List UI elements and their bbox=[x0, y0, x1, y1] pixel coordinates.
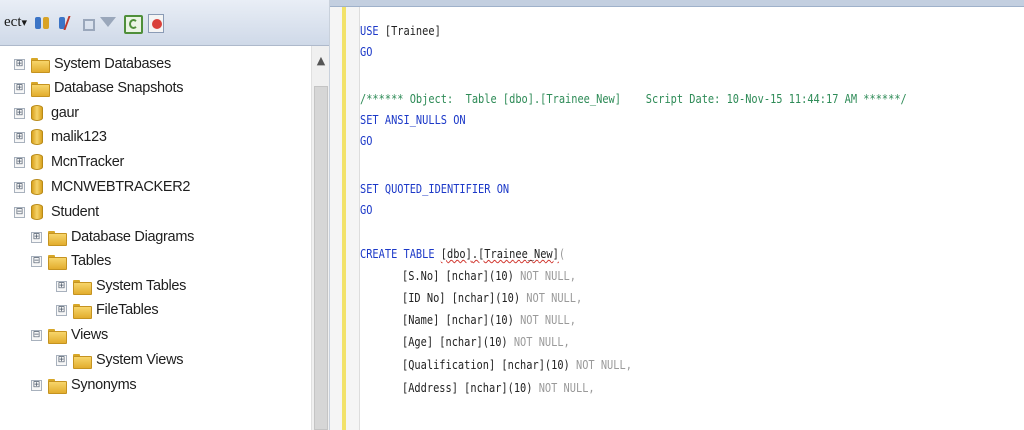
expand-icon[interactable]: ⊞ bbox=[56, 304, 67, 316]
expand-icon[interactable]: ⊞ bbox=[14, 107, 25, 119]
code-line: SET QUOTED_IDENTIFIER ON bbox=[360, 182, 510, 196]
tree-node-label: Views bbox=[71, 327, 108, 343]
code-line: [Qualification] [nchar](10) NOT NULL, bbox=[402, 358, 632, 372]
database-icon bbox=[31, 129, 43, 145]
tree-node-system-views[interactable]: ⊞ System Views bbox=[56, 348, 184, 372]
tree-node-gaur[interactable]: ⊞ gaur bbox=[14, 101, 79, 125]
sql-query-editor[interactable]: USE [Trainee] GO /****** Object: Table [… bbox=[360, 7, 1024, 430]
folder-icon bbox=[48, 254, 67, 270]
collapse-icon[interactable]: ⊟ bbox=[14, 206, 25, 218]
tree-node-label: McnTracker bbox=[51, 154, 124, 170]
object-explorer-tree: ⊞ System Databases ⊞ Database Snapshots … bbox=[0, 46, 312, 430]
code-line: /****** Object: Table [dbo].[Trainee_New… bbox=[360, 92, 907, 106]
expand-icon[interactable]: ⊞ bbox=[56, 354, 67, 366]
tree-node-label: Synonyms bbox=[71, 377, 137, 393]
refresh-icon[interactable] bbox=[123, 14, 144, 34]
folder-icon bbox=[73, 353, 92, 369]
code-line: SET ANSI_NULLS ON bbox=[360, 113, 466, 127]
code-line: [Address] [nchar](10) NOT NULL, bbox=[402, 381, 595, 395]
code-line: [Name] [nchar](10) NOT NULL, bbox=[402, 313, 577, 327]
tree-node-views[interactable]: ⊟ Views bbox=[31, 323, 108, 347]
code-line: GO bbox=[360, 45, 373, 59]
expand-icon[interactable]: ⊞ bbox=[14, 131, 25, 143]
scrollbar-thumb[interactable] bbox=[314, 86, 328, 430]
code-line: [ID No] [nchar](10) NOT NULL, bbox=[402, 291, 583, 305]
tree-node-label: Student bbox=[51, 204, 99, 220]
tree-node-student[interactable]: ⊟ Student bbox=[14, 200, 99, 224]
folder-icon bbox=[31, 81, 50, 97]
editor-tab-strip bbox=[330, 0, 1024, 7]
tree-node-label: Database Snapshots bbox=[54, 80, 184, 96]
tree-node-label: gaur bbox=[51, 105, 79, 121]
tree-node-system-tables[interactable]: ⊞ System Tables bbox=[56, 274, 186, 298]
code-line: GO bbox=[360, 134, 373, 148]
tree-scrollbar[interactable]: ▲ bbox=[311, 46, 329, 430]
code-line: [S.No] [nchar](10) NOT NULL, bbox=[402, 269, 577, 283]
expand-icon[interactable]: ⊞ bbox=[31, 379, 42, 391]
tree-node-malik123[interactable]: ⊞ malik123 bbox=[14, 125, 107, 149]
tree-node-filetables[interactable]: ⊞ FileTables bbox=[56, 298, 159, 322]
scroll-up-icon[interactable]: ▲ bbox=[315, 55, 327, 66]
tree-node-tables[interactable]: ⊟ Tables bbox=[31, 249, 111, 273]
folder-icon bbox=[31, 57, 50, 73]
code-line: CREATE TABLE [dbo].[Trainee_New]( bbox=[360, 247, 566, 261]
database-icon bbox=[31, 204, 43, 220]
change-tracking-bar bbox=[342, 7, 346, 430]
tree-node-system-databases[interactable]: ⊞ System Databases bbox=[14, 52, 171, 76]
connect-object-explorer-icon[interactable] bbox=[33, 14, 51, 32]
code-line: [Age] [nchar](10) NOT NULL, bbox=[402, 335, 570, 349]
tree-node-mcntracker[interactable]: ⊞ McnTracker bbox=[14, 150, 124, 174]
collapse-icon[interactable]: ⊟ bbox=[31, 255, 42, 267]
database-icon bbox=[31, 105, 43, 121]
folder-icon bbox=[73, 303, 92, 319]
folder-icon bbox=[48, 328, 67, 344]
code-line: GO bbox=[360, 203, 373, 217]
tree-node-label: Database Diagrams bbox=[71, 229, 195, 245]
connect-button[interactable]: ect▾ bbox=[4, 14, 27, 31]
tree-node-database-diagrams[interactable]: ⊞ Database Diagrams bbox=[31, 225, 194, 249]
database-icon bbox=[31, 154, 43, 170]
folder-icon bbox=[73, 279, 92, 295]
tree-node-label: Tables bbox=[71, 253, 112, 269]
folder-icon bbox=[48, 230, 67, 246]
collapse-icon[interactable]: ⊟ bbox=[31, 329, 42, 341]
tree-node-synonyms[interactable]: ⊞ Synonyms bbox=[31, 373, 137, 397]
filter-icon[interactable] bbox=[99, 14, 117, 32]
code-line: USE [Trainee] bbox=[360, 24, 441, 38]
folder-icon bbox=[48, 378, 67, 394]
activity-monitor-icon[interactable] bbox=[147, 13, 165, 33]
tree-node-label: System Tables bbox=[96, 278, 187, 294]
tree-node-mcnwebtracker2[interactable]: ⊞ MCNWEBTRACKER2 bbox=[14, 175, 191, 199]
object-explorer-toolbar: ect▾ bbox=[0, 0, 329, 46]
expand-icon[interactable]: ⊞ bbox=[14, 181, 25, 193]
disconnect-icon[interactable] bbox=[57, 14, 75, 32]
tree-node-database-snapshots[interactable]: ⊞ Database Snapshots bbox=[14, 76, 184, 100]
object-explorer: ect▾ ⊞ System Databases ⊞ Database Snaps… bbox=[0, 0, 330, 430]
tree-node-label: FileTables bbox=[96, 302, 159, 318]
expand-icon[interactable]: ⊞ bbox=[14, 156, 25, 168]
expand-icon[interactable]: ⊞ bbox=[56, 280, 67, 292]
expand-icon[interactable]: ⊞ bbox=[14, 58, 25, 70]
tree-node-label: System Views bbox=[96, 352, 184, 368]
tree-node-label: System Databases bbox=[54, 56, 171, 72]
stop-icon[interactable] bbox=[81, 14, 96, 32]
expand-icon[interactable]: ⊞ bbox=[31, 231, 42, 243]
tree-node-label: malik123 bbox=[51, 129, 107, 145]
database-icon bbox=[31, 179, 43, 195]
tree-node-label: MCNWEBTRACKER2 bbox=[51, 179, 191, 195]
expand-icon[interactable]: ⊞ bbox=[14, 82, 25, 94]
